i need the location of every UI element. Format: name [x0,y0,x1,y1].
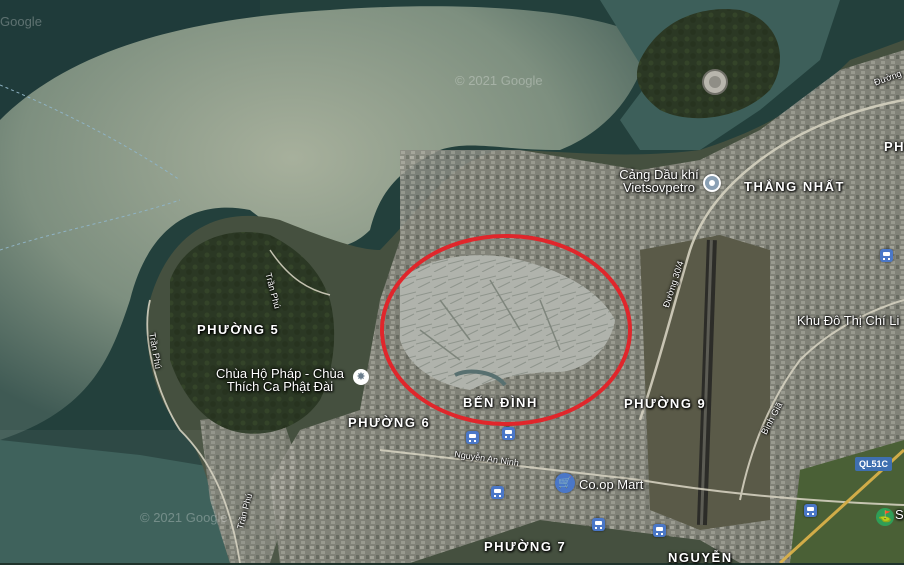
bus-stop-icon[interactable] [880,249,893,262]
label-phuong-9: PHƯỜNG 9 [624,396,707,411]
temple-icon[interactable]: ✸ [353,369,369,385]
place-pin-icon[interactable] [703,174,721,192]
label-phuong-7: PHƯỜNG 7 [484,539,567,554]
label-ben-dinh: BẾN ĐÌNH [463,395,538,410]
label-nguyen: NGUYỄN [668,550,733,565]
highway-shield: QL51C [855,457,893,471]
bus-stop-icon[interactable] [466,431,479,444]
bus-stop-icon[interactable] [502,427,515,440]
satellite-map[interactable] [0,0,904,563]
label-thang-nhat: THẮNG NHẤT [744,179,845,194]
label-cang-dau-khi[interactable]: Cảng Dầu khí Vietsovpetro [614,168,704,194]
label-coop-mart[interactable]: Co.op Mart [579,478,643,491]
label-s-edge: S [895,507,904,522]
golf-icon[interactable]: ⛳ [876,508,894,526]
label-khu-do-thi[interactable]: Khu Đô Thị Chí Li [797,314,899,327]
watermark: Google [0,14,42,29]
bus-stop-icon[interactable] [592,518,605,531]
bus-stop-icon[interactable] [804,504,817,517]
watermark: © 2021 Google [455,73,543,88]
bus-stop-icon[interactable] [491,486,504,499]
label-phuong-5: PHƯỜNG 5 [197,322,280,337]
label-phuong-6: PHƯỜNG 6 [348,415,431,430]
shopping-cart-icon[interactable]: 🛒 [555,473,575,493]
bus-stop-icon[interactable] [653,524,666,537]
label-chua-ho-phap[interactable]: Chùa Hộ Pháp - Chùa Thích Ca Phật Đài [212,367,348,393]
label-ph-edge: PH [884,139,904,154]
watermark: © 2021 Google [140,510,228,525]
